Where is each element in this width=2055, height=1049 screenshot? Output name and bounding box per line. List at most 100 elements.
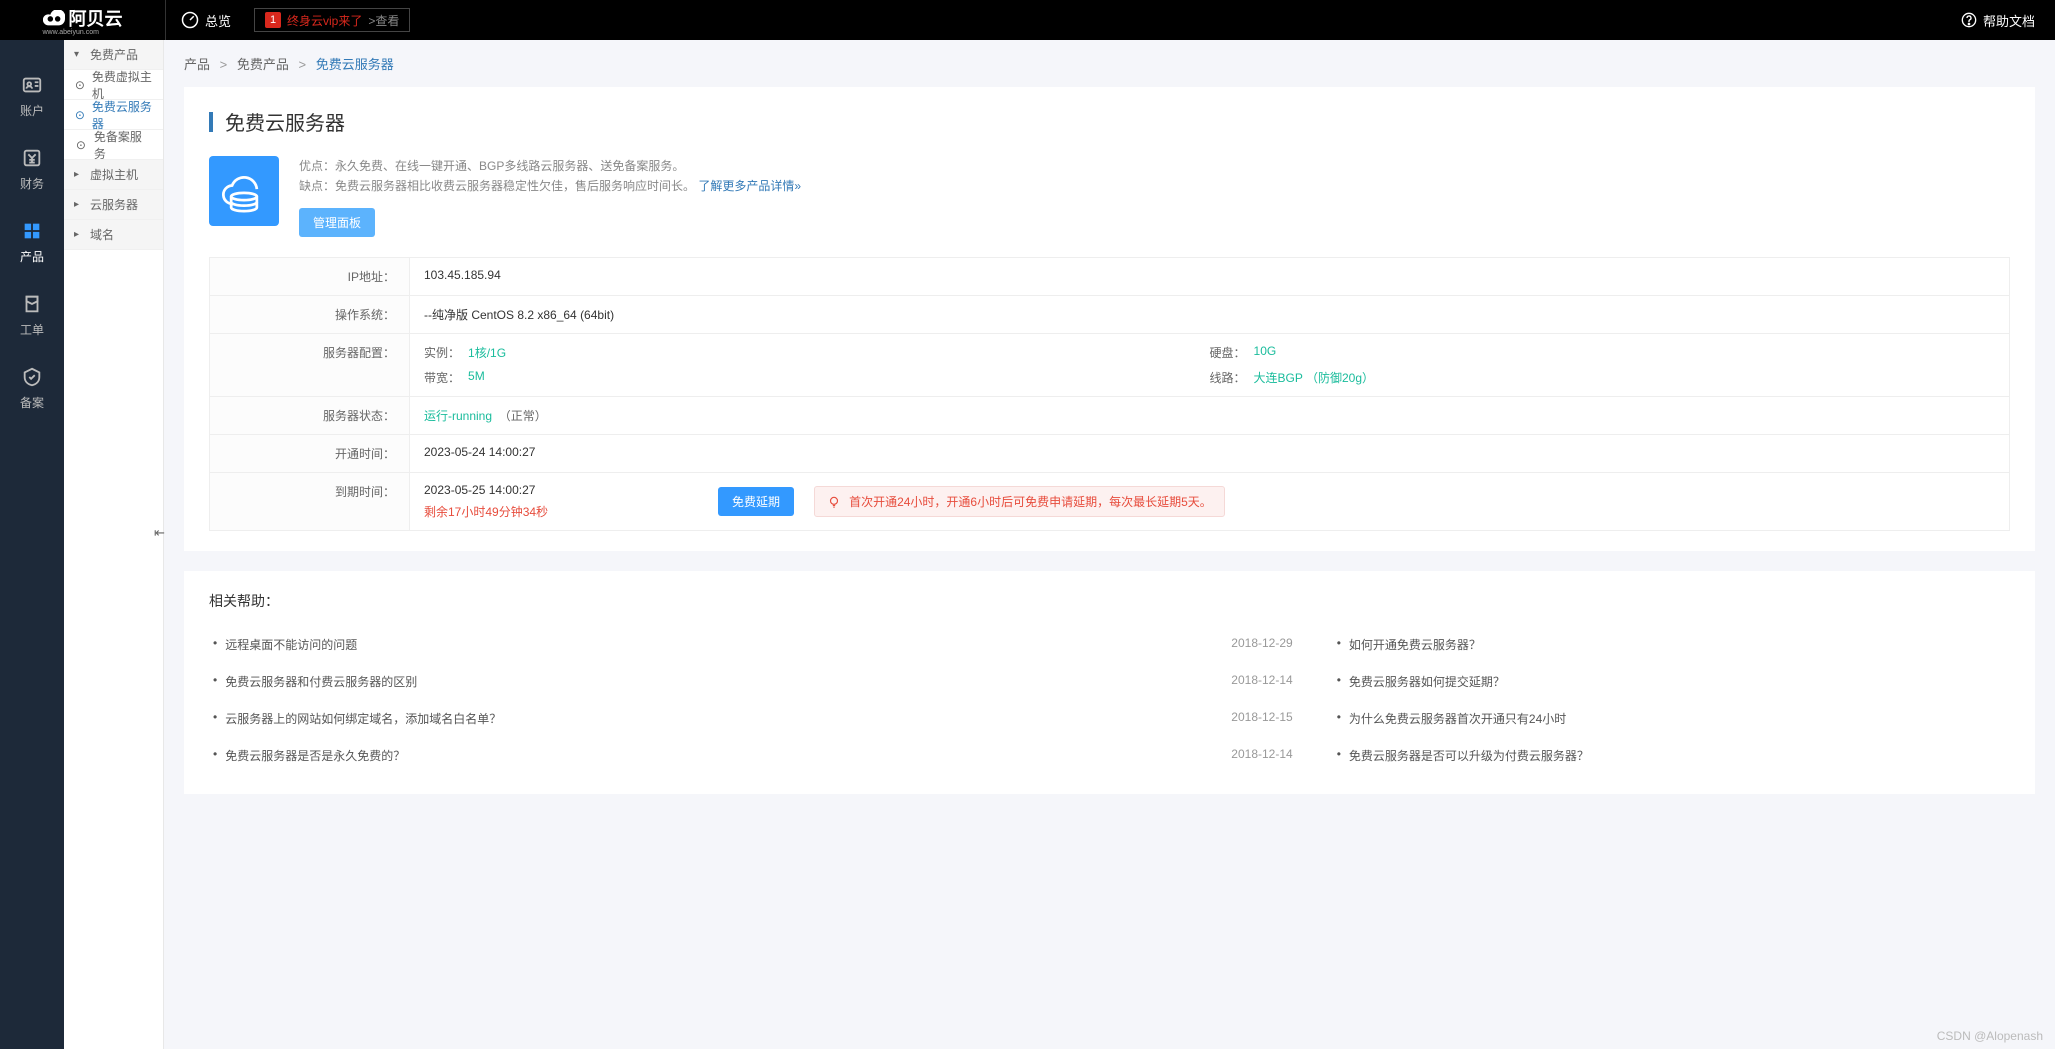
help-title: 相关帮助： [209, 591, 2010, 611]
detail-table: IP地址 103.45.185.94 操作系统 --纯净版 CentOS 8.2… [209, 257, 2010, 531]
help-section: 相关帮助： •远程桌面不能访问的问题2018-12-29 •免费云服务器和付费云… [184, 571, 2035, 794]
manage-panel-button[interactable]: 管理面板 [299, 208, 375, 237]
collapse-handle[interactable]: ⇤ [154, 525, 165, 541]
help-item: •免费云服务器和付费云服务器的区别2018-12-14 [209, 663, 1293, 700]
renew-alert: 首次开通24小时，开通6小时后可免费申请延期，每次最长延期5天。 [814, 486, 1225, 517]
remaining-time: 剩余17小时49分钟34秒 [424, 503, 548, 520]
nav-products[interactable]: 产品 [0, 206, 64, 279]
page-title: 免费云服务器 [225, 107, 345, 136]
title-accent [209, 112, 213, 132]
help-link[interactable]: 免费云服务器是否是永久免费的？ [225, 747, 1231, 764]
products-icon [21, 220, 43, 242]
vip-text: 终身云vip来了 [287, 12, 362, 29]
help-date: 2018-12-14 [1231, 673, 1292, 690]
account-icon [21, 74, 43, 96]
chevron-right-icon: ▸ [74, 169, 84, 180]
help-link[interactable]: 免费云服务器如何提交延期？ [1349, 673, 2010, 690]
status-note: （正常） [499, 409, 547, 423]
finance-icon [21, 147, 43, 169]
cloud-logo-icon [43, 10, 65, 26]
subnav-free-products[interactable]: ▾免费产品 [64, 40, 163, 70]
vip-badge: 1 [265, 12, 281, 28]
vip-banner[interactable]: 1 终身云vip来了 >查看 [254, 8, 410, 32]
help-link[interactable]: 免费云服务器是否可以升级为付费云服务器？ [1349, 747, 2010, 764]
alert-text: 首次开通24小时，开通6小时后可免费申请延期，每次最长延期5天。 [849, 493, 1212, 510]
brand-logo[interactable]: 阿贝云 www.abeiyun.com [0, 0, 165, 40]
help-link[interactable]: 免费云服务器和付费云服务器的区别 [225, 673, 1231, 690]
help-right-column: •如何开通免费云服务器？ •免费云服务器如何提交延期？ •为什么免费云服务器首次… [1293, 626, 2010, 774]
subnav-free-server[interactable]: ⊙免费云服务器 [64, 100, 163, 130]
brand-name: 阿贝云 [69, 5, 123, 31]
help-item: •为什么免费云服务器首次开通只有24小时 [1333, 700, 2010, 737]
subnav-cloud-server[interactable]: ▸云服务器 [64, 190, 163, 220]
page-body: 免费云服务器 优点：永久免费、在线一键开通、BGP多线路云服务器、送免备案服务。… [184, 87, 2035, 551]
bandwidth-label: 带宽 [424, 369, 460, 386]
chevron-right-icon: ▸ [74, 229, 84, 240]
instance-value: 1核/1G [468, 344, 506, 361]
help-date: 2018-12-29 [1231, 636, 1292, 653]
nav-record[interactable]: 备案 [0, 352, 64, 425]
help-item: •免费云服务器如何提交延期？ [1333, 663, 2010, 700]
overview-link[interactable]: 总览 [165, 0, 246, 40]
circle-icon: ⊙ [74, 108, 86, 122]
main-nav: 账户 财务 产品 工单 备案 [0, 40, 64, 1049]
disadvantages-line: 缺点：免费云服务器相比收费云服务器稳定性欠佳，售后服务响应时间长。 了解更多产品… [299, 176, 2010, 196]
subnav-no-record[interactable]: ⊙免备案服务 [64, 130, 163, 160]
help-left-column: •远程桌面不能访问的问题2018-12-29 •免费云服务器和付费云服务器的区别… [209, 626, 1293, 774]
expire-time-label: 到期时间 [210, 473, 410, 531]
os-value: --纯净版 CentOS 8.2 x86_64 (64bit) [410, 296, 2010, 334]
expire-time-value: 2023-05-25 14:00:27 [424, 483, 548, 497]
vip-check: >查看 [368, 12, 399, 29]
help-link[interactable]: 如何开通免费云服务器？ [1349, 636, 2010, 653]
help-link[interactable]: 远程桌面不能访问的问题 [225, 636, 1231, 653]
chevron-right-icon: ▸ [74, 199, 84, 210]
help-link[interactable]: 为什么免费云服务器首次开通只有24小时 [1349, 710, 2010, 727]
breadcrumb: 产品 > 免费产品 > 免费云服务器 [164, 40, 2055, 87]
help-docs-link[interactable]: 帮助文档 [1941, 11, 2055, 30]
disk-value: 10G [1254, 344, 1277, 361]
nav-tickets[interactable]: 工单 [0, 279, 64, 352]
subnav-free-vhost[interactable]: ⊙免费虚拟主机 [64, 70, 163, 100]
server-stack-icon [222, 169, 266, 213]
help-docs-label: 帮助文档 [1983, 11, 2035, 30]
product-icon [209, 156, 279, 226]
overview-label: 总览 [205, 11, 231, 30]
help-icon [1961, 12, 1977, 28]
help-date: 2018-12-15 [1231, 710, 1292, 727]
help-item: •免费云服务器是否可以升级为付费云服务器？ [1333, 737, 2010, 774]
ticket-icon [21, 293, 43, 315]
config-label: 服务器配置 [210, 334, 410, 397]
bandwidth-value: 5M [468, 369, 485, 386]
status-label: 服务器状态 [210, 397, 410, 435]
subnav-domain[interactable]: ▸域名 [64, 220, 163, 250]
nav-account[interactable]: 账户 [0, 60, 64, 133]
open-time-label: 开通时间 [210, 435, 410, 473]
help-item: •如何开通免费云服务器？ [1333, 626, 2010, 663]
help-link[interactable]: 云服务器上的网站如何绑定域名，添加域名白名单？ [225, 710, 1231, 727]
free-renew-button[interactable]: 免费延期 [718, 487, 794, 516]
learn-more-link[interactable]: 了解更多产品详情» [698, 179, 801, 193]
subnav-vhost[interactable]: ▸虚拟主机 [64, 160, 163, 190]
lightbulb-icon [827, 495, 841, 509]
open-time-value: 2023-05-24 14:00:27 [410, 435, 2010, 473]
help-date: 2018-12-14 [1231, 747, 1292, 764]
line-value: 大连BGP （防御20g） [1254, 369, 1374, 386]
circle-icon: ⊙ [74, 78, 86, 92]
help-item: •云服务器上的网站如何绑定域名，添加域名白名单？2018-12-15 [209, 700, 1293, 737]
chevron-down-icon: ▾ [74, 49, 84, 60]
sub-nav: ▾免费产品 ⊙免费虚拟主机 ⊙免费云服务器 ⊙免备案服务 ▸虚拟主机 ▸云服务器… [64, 40, 164, 1049]
watermark: CSDN @Alopenash [1937, 1029, 2043, 1043]
gauge-icon [181, 11, 199, 29]
product-card: 优点：永久免费、在线一键开通、BGP多线路云服务器、送免备案服务。 缺点：免费云… [209, 156, 2010, 237]
content-area: 产品 > 免费产品 > 免费云服务器 免费云服务器 优点：永久免费、在线一键开通… [164, 40, 2055, 794]
circle-icon: ⊙ [74, 138, 88, 152]
help-item: •免费云服务器是否是永久免费的？2018-12-14 [209, 737, 1293, 774]
breadcrumb-mid[interactable]: 免费产品 [237, 57, 289, 72]
breadcrumb-home[interactable]: 产品 [184, 57, 210, 72]
os-label: 操作系统 [210, 296, 410, 334]
nav-finance[interactable]: 财务 [0, 133, 64, 206]
disk-label: 硬盘 [1210, 344, 1246, 361]
ip-label: IP地址 [210, 258, 410, 296]
line-label: 线路 [1210, 369, 1246, 386]
help-item: •远程桌面不能访问的问题2018-12-29 [209, 626, 1293, 663]
